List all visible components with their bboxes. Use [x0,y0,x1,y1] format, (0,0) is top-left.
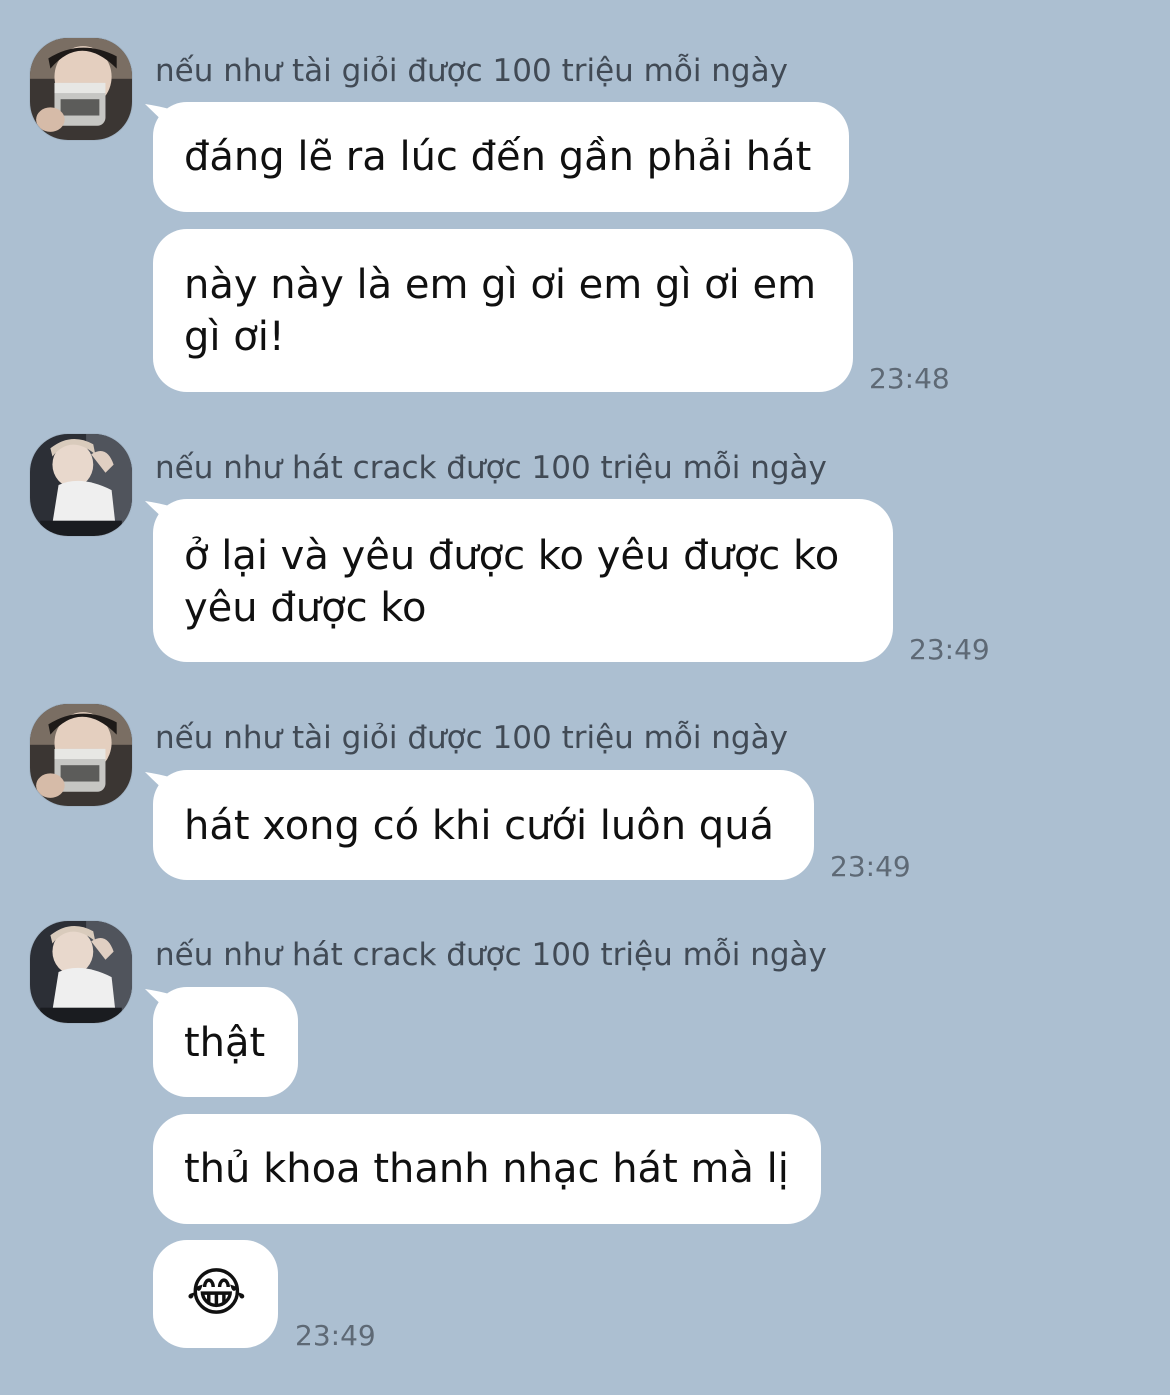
message-text: hát xong có khi cưới luôn quá [184,803,775,849]
message-text: yêu được ko [184,585,427,631]
message-timestamp: 23:49 [909,633,990,666]
message-bubble[interactable]: này này là em gì ơi em gì ơi em gì ơi! [153,229,853,392]
message-bubble[interactable]: ở lại và yêu được ko yêu được ko yêu đượ… [153,499,893,662]
avatar-photo-icon [30,704,132,806]
message-timestamp: 23:48 [869,362,950,395]
avatar[interactable] [30,921,132,1023]
message-bubble[interactable]: hát xong có khi cưới luôn quá [153,770,814,880]
avatar[interactable] [30,704,132,806]
message-bubble[interactable]: thủ khoa thanh nhạc hát mà lị [153,1114,821,1224]
message-text: ở lại và yêu được ko yêu được ko [184,533,840,579]
message-bubble[interactable]: 😂 [153,1240,278,1348]
avatar[interactable] [30,38,132,140]
message-text: thật [184,1020,266,1066]
avatar[interactable] [30,434,132,536]
sender-name: nếu như tài giỏi được 100 triệu mỗi ngày [155,720,788,756]
message-text: gì ơi! [184,314,285,360]
message-timestamp: 23:49 [295,1319,376,1352]
message-bubble[interactable]: đáng lẽ ra lúc đến gần phải hát [153,102,849,212]
avatar-photo-icon [30,38,132,140]
avatar-photo-icon [30,434,132,536]
sender-name: nếu như hát crack được 100 triệu mỗi ngà… [155,450,827,486]
avatar-photo-icon [30,921,132,1023]
message-text: này này là em gì ơi em gì ơi em [184,262,817,308]
sender-name: nếu như tài giỏi được 100 triệu mỗi ngày [155,53,788,89]
laughing-tears-emoji-icon: 😂 [186,1263,247,1323]
message-bubble[interactable]: thật [153,987,298,1097]
message-text: đáng lẽ ra lúc đến gần phải hát [184,134,812,180]
message-text: thủ khoa thanh nhạc hát mà lị [184,1146,789,1192]
sender-name: nếu như hát crack được 100 triệu mỗi ngà… [155,937,827,973]
message-timestamp: 23:49 [830,850,911,883]
